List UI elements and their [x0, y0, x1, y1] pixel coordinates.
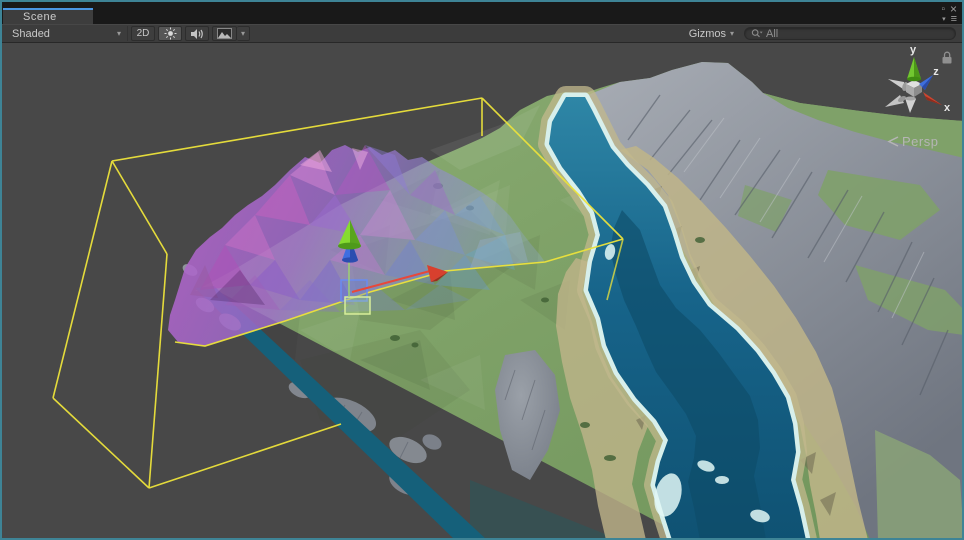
panel-menu-icon[interactable]: ≡	[951, 14, 957, 25]
lighting-toggle-button[interactable]	[158, 26, 182, 41]
panel-dropdown-icon[interactable]: ▾	[942, 15, 946, 24]
projection-label: Persp	[902, 134, 938, 149]
gizmos-dropdown[interactable]: Gizmos ▾	[685, 26, 738, 41]
audio-toggle-button[interactable]	[185, 26, 209, 41]
scene-window: Scene ▫ × ▾ ≡ Shaded ▾ 2D ▾ Gizmos ▾ All…	[0, 0, 964, 540]
image-icon	[217, 28, 232, 39]
scene-canvas[interactable]: y z x Persp	[2, 43, 962, 538]
toggle-2d-button[interactable]: 2D	[131, 26, 155, 41]
axis-x-label: x	[944, 102, 951, 114]
move-plane-handle-green[interactable]	[344, 296, 371, 315]
toggle-2d-label: 2D	[136, 28, 150, 39]
scene-toolbar: Shaded ▾ 2D ▾ Gizmos ▾ All	[2, 24, 962, 43]
shading-mode-dropdown[interactable]: Shaded ▾	[6, 26, 128, 41]
titlebar: Scene ▫ × ▾ ≡	[2, 2, 962, 25]
dropdown-icon: ▾	[241, 29, 246, 38]
gizmos-label: Gizmos	[688, 27, 726, 40]
dropdown-icon: ▾	[116, 29, 121, 38]
scene-search-field[interactable]	[744, 27, 956, 40]
scene-viewport[interactable]: y z x Persp	[2, 43, 962, 538]
window-controls: ▫ × ▾ ≡	[941, 2, 957, 25]
sun-icon	[164, 27, 176, 40]
axis-z-label: z	[933, 66, 939, 78]
search-icon	[751, 29, 763, 38]
tab-scene[interactable]: Scene	[3, 8, 93, 24]
effects-toggle-button[interactable]	[212, 26, 237, 41]
toolbar-right-group: Gizmos ▾	[685, 26, 956, 41]
maximize-icon[interactable]: ▫	[941, 5, 945, 15]
axis-y-label: y	[910, 44, 917, 56]
search-input[interactable]	[766, 27, 949, 40]
audio-icon	[191, 28, 203, 39]
tab-scene-label: Scene	[23, 11, 57, 23]
effects-dropdown-button[interactable]: ▾	[237, 26, 251, 41]
shading-mode-label: Shaded	[12, 27, 50, 40]
dropdown-icon: ▾	[729, 29, 734, 38]
